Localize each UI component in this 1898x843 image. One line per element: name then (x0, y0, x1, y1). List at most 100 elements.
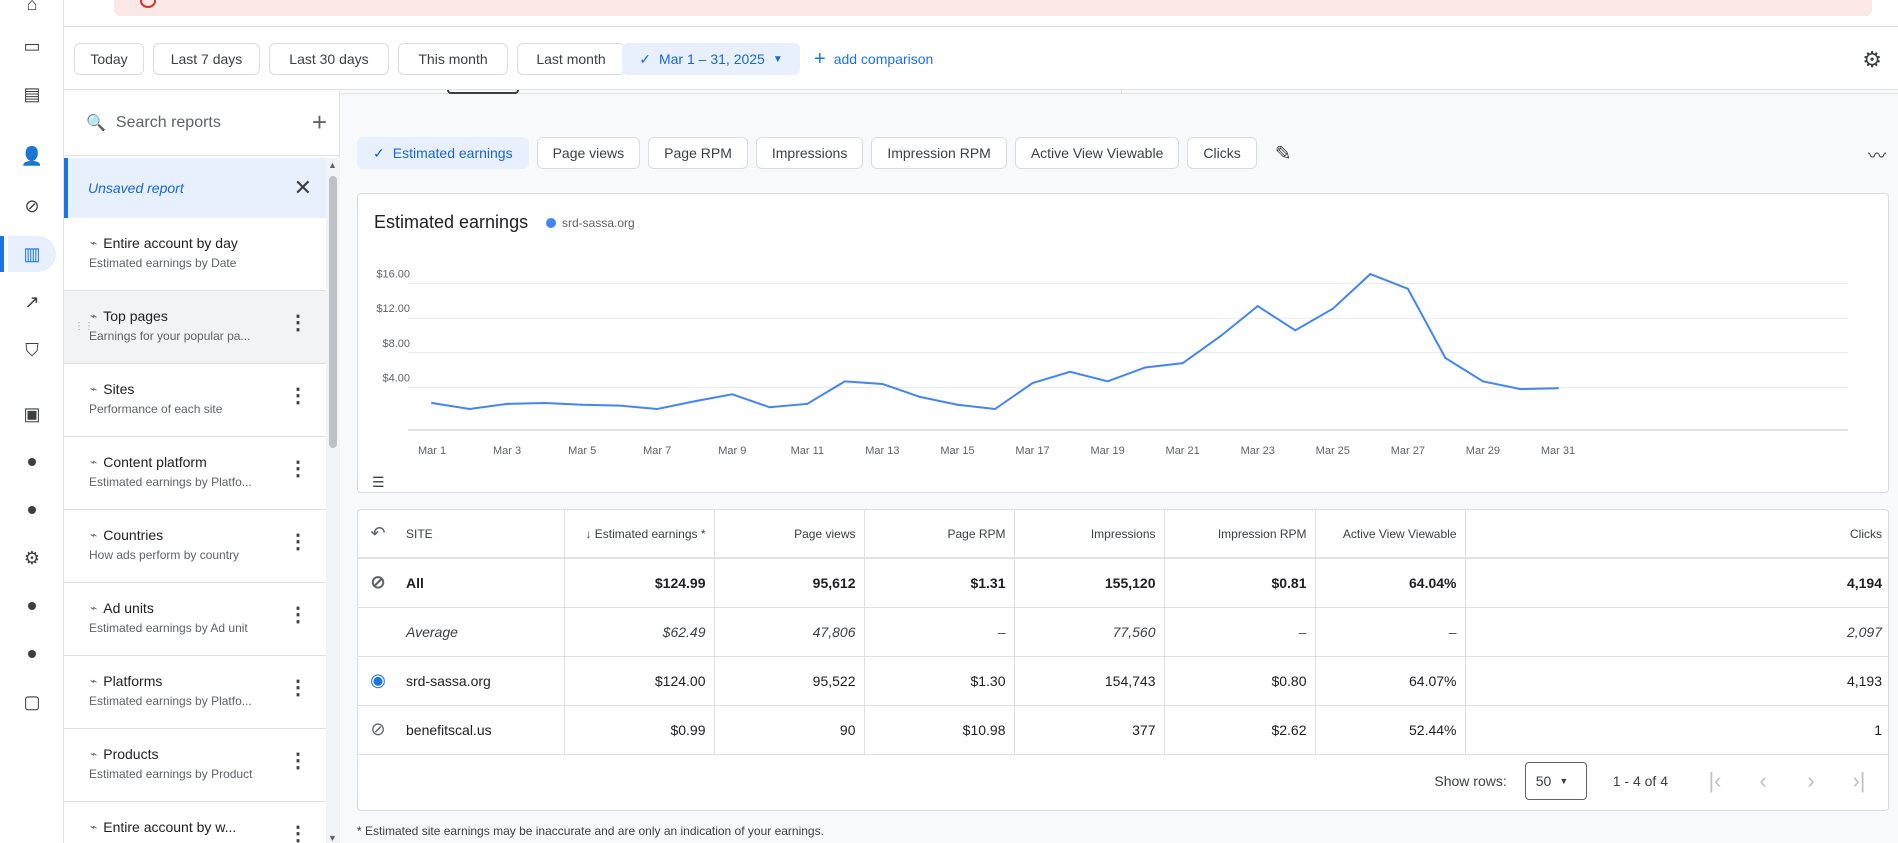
more-vert-icon[interactable]: ⋮ (288, 751, 308, 771)
col-clicks[interactable]: Clicks (1465, 510, 1888, 559)
chip-last-30-days[interactable]: Last 30 days (269, 43, 389, 75)
search-input[interactable]: Search reports (116, 114, 221, 132)
col-impressions[interactable]: Impressions (1014, 510, 1165, 559)
metric-active-view-viewable[interactable]: Active View Viewable (1014, 137, 1180, 169)
data-point[interactable] (1031, 382, 1034, 385)
unsaved-report[interactable]: Unsaved report ✕ (64, 158, 326, 218)
col-page-views[interactable]: Page views (714, 510, 865, 559)
payments-icon[interactable]: ▣ (14, 396, 50, 432)
more-vert-icon[interactable]: ⋮ (288, 605, 308, 625)
more-vert-icon[interactable]: ⋮ (288, 386, 308, 406)
chip-last-month[interactable]: Last month (517, 43, 625, 75)
scroll-down-icon[interactable]: ▼ (328, 833, 337, 843)
nav-item-dot-icon[interactable] (14, 636, 50, 672)
chart-menu-icon[interactable]: ☰ (372, 474, 385, 491)
data-point[interactable] (543, 401, 546, 404)
visibility-off-icon[interactable]: ⊘ (358, 558, 398, 608)
feedback-icon[interactable]: ▢ (14, 684, 50, 720)
report-item[interactable]: ⌁ Entire account by day Estimated earning… (64, 218, 326, 291)
visibility-icon[interactable]: ◉ (358, 656, 398, 706)
data-point[interactable] (1181, 362, 1184, 365)
last-page-icon[interactable]: ›| (1844, 768, 1874, 794)
table-row[interactable]: ⊘ All $124.99 95,612 $1.31 155,120 $0.81 64.04%… (358, 558, 1888, 608)
data-point[interactable] (1294, 329, 1297, 332)
data-point[interactable] (656, 408, 659, 411)
table-row[interactable]: ◉ srd-sassa.org $124.00 95,522 $1.30 154,743 $… (358, 656, 1888, 706)
add-comparison-button[interactable]: + add comparison (814, 43, 933, 75)
more-vert-icon[interactable]: ⋮ (288, 678, 308, 698)
chart-toggle-icon[interactable]: 〰 (1868, 142, 1886, 168)
report-item[interactable]: ⌁ Platforms Estimated earnings by Platfo.… (64, 656, 326, 729)
add-report-icon[interactable]: + (312, 107, 327, 138)
metric-estimated-earnings[interactable]: ✓ Estimated earnings (357, 137, 529, 169)
privacy-messaging-icon[interactable]: 👤 (14, 138, 50, 174)
table-row[interactable]: Average $62.49 47,806–77,560– –2,097 (358, 607, 1888, 657)
more-vert-icon[interactable]: ⋮ (288, 532, 308, 552)
metric-impression-rpm[interactable]: Impression RPM (871, 137, 1007, 169)
chip-this-month[interactable]: This month (398, 43, 508, 75)
report-item[interactable]: ⋮⋮ ⌁ Top pages Earnings for your popular … (64, 291, 326, 364)
col-estimated-earnings[interactable]: ↓ Estimated earnings * (564, 510, 715, 559)
table-row[interactable]: ⊘ benefitscal.us $0.99 90 $10.98 377 $2.62 52.4… (358, 705, 1888, 755)
blocking-controls-icon[interactable]: ⊘ (14, 188, 50, 224)
data-point[interactable] (956, 403, 959, 406)
col-page-rpm[interactable]: Page RPM (864, 510, 1015, 559)
report-item[interactable]: ⌁ Ad units Estimated earnings by Ad unit … (64, 583, 326, 656)
data-point[interactable] (768, 406, 771, 409)
sidebar-scrollbar[interactable]: ▲ ▼ (326, 158, 340, 843)
back-icon[interactable]: ↶ (358, 510, 398, 559)
scroll-up-icon[interactable]: ▲ (328, 160, 337, 170)
data-point[interactable] (806, 402, 809, 405)
data-point[interactable] (581, 403, 584, 406)
data-point[interactable] (994, 408, 996, 411)
prev-page-icon[interactable]: ‹ (1748, 768, 1778, 794)
chip-last-7-days[interactable]: Last 7 days (153, 43, 260, 75)
data-point[interactable] (731, 393, 734, 396)
more-vert-icon[interactable]: ⋮ (288, 459, 308, 479)
data-point[interactable] (1069, 370, 1072, 373)
nav-item-dot-icon[interactable] (14, 588, 50, 624)
metric-page-rpm[interactable]: Page RPM (648, 137, 748, 169)
series-line[interactable] (431, 272, 1559, 411)
scrollbar-thumb[interactable] (329, 176, 337, 448)
data-point[interactable] (1557, 387, 1559, 390)
ads-icon[interactable]: ▤ (14, 76, 50, 112)
col-active-view-viewable[interactable]: Active View Viewable (1315, 510, 1466, 559)
visibility-off-icon[interactable]: ⊘ (358, 705, 398, 755)
rows-per-page-select[interactable]: 50 ▼ (1524, 762, 1587, 800)
report-item[interactable]: ⌁ Sites Performance of each site ⋮ (64, 364, 326, 437)
nav-item-dot-icon[interactable] (14, 492, 50, 528)
settings-icon[interactable]: ⚙ (14, 540, 50, 576)
data-point[interactable] (618, 404, 621, 407)
data-point[interactable] (468, 408, 471, 411)
home-icon[interactable]: ⌂ (14, 0, 50, 22)
nav-item-dot-icon[interactable] (14, 444, 50, 480)
data-point[interactable] (431, 401, 433, 404)
data-point[interactable] (1406, 287, 1409, 290)
data-point[interactable] (881, 382, 884, 385)
data-point[interactable] (1519, 388, 1522, 391)
toolbar-tab[interactable] (447, 90, 519, 94)
report-item[interactable]: ⌁ Products Estimated earnings by Product … (64, 729, 326, 802)
more-vert-icon[interactable]: ⋮ (288, 824, 308, 843)
edit-metrics-icon[interactable]: ✎ (1275, 137, 1292, 169)
data-point[interactable] (1444, 356, 1447, 359)
data-point[interactable] (1219, 335, 1222, 338)
next-page-icon[interactable]: › (1796, 768, 1826, 794)
data-point[interactable] (693, 400, 696, 403)
metric-page-views[interactable]: Page views (536, 137, 641, 169)
optimization-icon[interactable]: ↗ (14, 284, 50, 320)
report-item[interactable]: ⌁ Entire account by w... ⋮ (64, 802, 326, 843)
more-vert-icon[interactable]: ⋮ (288, 313, 308, 333)
data-point[interactable] (918, 395, 921, 398)
settings-gear-icon[interactable]: ⚙ (1862, 47, 1882, 73)
data-point[interactable] (1256, 305, 1259, 308)
data-point[interactable] (506, 402, 509, 405)
policy-center-icon[interactable]: ⛉ (14, 332, 50, 368)
report-item[interactable]: ⌁ Content platform Estimated earnings by … (64, 437, 326, 510)
date-range-selector[interactable]: ✓ Mar 1 – 31, 2025 ▼ (622, 43, 800, 75)
metric-clicks[interactable]: Clicks (1187, 137, 1257, 169)
metric-impressions[interactable]: Impressions (755, 137, 864, 169)
first-page-icon[interactable]: |‹ (1700, 768, 1730, 794)
report-item[interactable]: ⌁ Countries How ads perform by country ⋮ (64, 510, 326, 583)
